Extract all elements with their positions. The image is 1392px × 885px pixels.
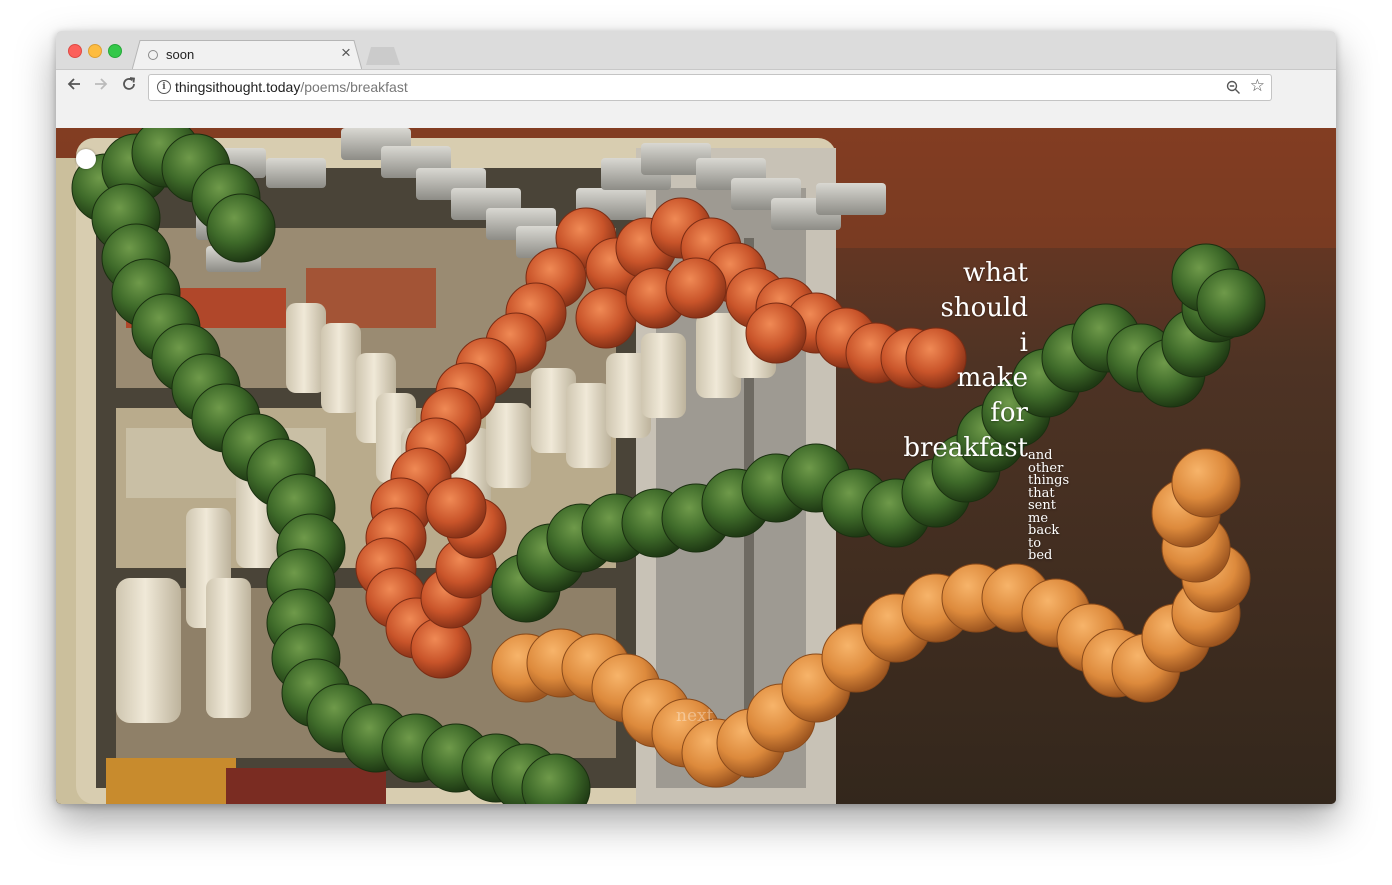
reload-icon — [123, 77, 136, 90]
minimize-window-button[interactable] — [88, 44, 102, 58]
poem-subtitle-word: bed — [1028, 548, 1053, 563]
browser-window: soon × i thingsithought.today/poems/brea… — [56, 31, 1336, 804]
tab-strip: soon × — [56, 31, 1336, 70]
zoom-window-button[interactable] — [108, 44, 122, 58]
poem-title-word: make — [956, 363, 1028, 393]
new-tab-button[interactable] — [366, 47, 400, 65]
poem-title-word: for — [990, 398, 1028, 428]
poem-title-word: should — [940, 293, 1028, 323]
forward-button[interactable] — [93, 76, 109, 92]
tomato — [410, 617, 472, 679]
loading-icon — [148, 50, 158, 60]
tab-title: soon — [166, 47, 195, 62]
poem-subtitle: and other things that sent me back to be… — [1028, 449, 1069, 563]
reload-button[interactable] — [121, 76, 137, 92]
next-link[interactable]: next — [676, 706, 713, 726]
star-icon[interactable]: ☆ — [1250, 77, 1265, 95]
tomato — [665, 257, 727, 319]
artichoke — [1196, 268, 1266, 338]
poem-title-word: breakfast — [903, 433, 1028, 463]
collage-artwork — [56, 128, 1336, 804]
poem-title-word: i — [1019, 328, 1028, 358]
poem-title: what should i make for breakfast — [903, 256, 1028, 466]
orange — [1171, 448, 1241, 518]
poem-title-word: what — [963, 258, 1028, 288]
menu-dot-button[interactable] — [76, 149, 96, 169]
arrow-right-icon — [95, 78, 108, 90]
address-bar[interactable]: i thingsithought.today/poems/breakfast ☆ — [148, 74, 1272, 101]
url-text[interactable]: thingsithought.today/poems/breakfast — [175, 79, 408, 95]
tomato — [425, 477, 487, 539]
info-icon[interactable]: i — [157, 80, 171, 94]
arrow-left-icon — [67, 78, 80, 90]
url-domain: thingsithought.today — [175, 79, 301, 95]
url-path: /poems/breakfast — [300, 79, 408, 95]
page-viewport: what should i make for breakfast and oth… — [56, 128, 1336, 804]
zoom-out-icon[interactable] — [1226, 80, 1241, 100]
back-button[interactable] — [66, 76, 82, 92]
close-icon[interactable]: × — [341, 44, 351, 61]
tomato — [745, 302, 807, 364]
artichoke — [206, 193, 276, 263]
close-window-button[interactable] — [68, 44, 82, 58]
